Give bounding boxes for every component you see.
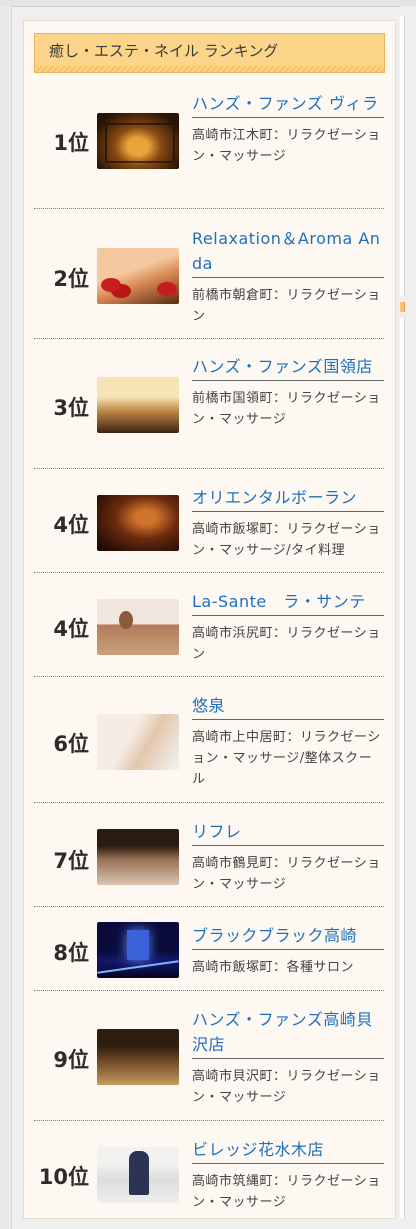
salon-name-link[interactable]: ブラックブラック高崎 — [192, 923, 384, 950]
salon-photo[interactable] — [97, 1147, 179, 1203]
rank-label: 6位 — [53, 732, 89, 756]
salon-location: 高崎市飯塚町：リラクゼーション・マッサージ/タイ料理 — [192, 522, 381, 558]
rank-label: 2位 — [53, 267, 89, 291]
rank-label: 4位 — [53, 617, 89, 641]
salon-location: 高崎市浜尻町：リラクゼーション — [192, 626, 381, 662]
side-widget-accent — [400, 302, 405, 312]
left-column-edge — [0, 6, 12, 1229]
item-info: ハンズ・ファンズ高崎貝沢店 高崎市貝沢町：リラクゼーション・マッサージ — [192, 1007, 384, 1108]
salon-name-link[interactable]: Relaxation＆Aroma Anda — [192, 226, 384, 278]
salon-location: 前橋市朝倉町：リラクゼーション — [192, 288, 381, 324]
salon-name-link[interactable]: オリエンタルボーラン — [192, 485, 384, 512]
salon-name-link[interactable]: ビレッジ花水木店 — [192, 1137, 384, 1164]
salon-location: 高崎市貝沢町：リラクゼーション・マッサージ — [192, 1069, 381, 1105]
ranking-panel: 癒し・エステ・ネイル ランキング 1位 ハンズ・ファンズ ヴィラ 高崎市江木町：… — [23, 20, 396, 1219]
list-item: 9位 ハンズ・ファンズ高崎貝沢店 高崎市貝沢町：リラクゼーション・マッサージ — [34, 991, 384, 1121]
salon-name-link[interactable]: リフレ — [192, 819, 384, 846]
item-info: 悠泉 高崎市上中居町：リラクゼーション・マッサージ/整体スクール — [192, 693, 384, 790]
list-item: 10位 ビレッジ花水木店 高崎市筑縄町：リラクゼーション・マッサージ — [34, 1121, 384, 1221]
salon-photo[interactable] — [97, 377, 179, 433]
right-column-edge — [400, 6, 416, 1229]
rank-label: 3位 — [53, 396, 89, 420]
list-item: 4位 オリエンタルボーラン 高崎市飯塚町：リラクゼーション・マッサージ/タイ料理 — [34, 469, 384, 573]
salon-name-link[interactable]: ハンズ・ファンズ国領店 — [192, 354, 384, 381]
salon-location: 高崎市筑縄町：リラクゼーション・マッサージ — [192, 1174, 381, 1210]
salon-photo[interactable] — [97, 599, 179, 655]
salon-photo[interactable] — [97, 495, 179, 551]
salon-photo[interactable] — [97, 922, 179, 978]
list-item: 2位 Relaxation＆Aroma Anda 前橋市朝倉町：リラクゼーション — [34, 209, 384, 339]
salon-location: 高崎市上中居町：リラクゼーション・マッサージ/整体スクール — [192, 730, 381, 787]
item-info: オリエンタルボーラン 高崎市飯塚町：リラクゼーション・マッサージ/タイ料理 — [192, 485, 384, 561]
item-info: Relaxation＆Aroma Anda 前橋市朝倉町：リラクゼーション — [192, 226, 384, 327]
item-info: ハンズ・ファンズ国領店 前橋市国領町：リラクゼーション・マッサージ — [192, 354, 384, 430]
rank-label: 10位 — [38, 1165, 89, 1189]
ranking-list: 1位 ハンズ・ファンズ ヴィラ 高崎市江木町：リラクゼーション・マッサージ 2位… — [34, 91, 384, 1221]
item-info: La-Sante ラ・サンテ 高崎市浜尻町：リラクゼーション — [192, 589, 384, 665]
list-item: 4位 La-Sante ラ・サンテ 高崎市浜尻町：リラクゼーション — [34, 573, 384, 677]
salon-name-link[interactable]: ハンズ・ファンズ高崎貝沢店 — [192, 1007, 384, 1059]
salon-photo[interactable] — [97, 1029, 179, 1085]
item-info: ビレッジ花水木店 高崎市筑縄町：リラクゼーション・マッサージ — [192, 1137, 384, 1213]
side-widget — [400, 318, 405, 1218]
salon-location: 前橋市国領町：リラクゼーション・マッサージ — [192, 391, 381, 427]
rank-label: 1位 — [53, 131, 89, 155]
list-item: 7位 リフレ 高崎市鶴見町：リラクゼーション・マッサージ — [34, 803, 384, 907]
salon-photo[interactable] — [97, 829, 179, 885]
list-item: 1位 ハンズ・ファンズ ヴィラ 高崎市江木町：リラクゼーション・マッサージ — [34, 91, 384, 209]
salon-location: 高崎市鶴見町：リラクゼーション・マッサージ — [192, 856, 381, 892]
salon-name-link[interactable]: 悠泉 — [192, 693, 384, 720]
rank-label: 8位 — [53, 941, 89, 965]
rank-label: 4位 — [53, 513, 89, 537]
salon-location: 高崎市飯塚町：各種サロン — [192, 960, 355, 975]
salon-photo[interactable] — [97, 714, 179, 770]
salon-name-link[interactable]: La-Sante ラ・サンテ — [192, 589, 384, 616]
item-info: リフレ 高崎市鶴見町：リラクゼーション・マッサージ — [192, 819, 384, 895]
item-info: ブラックブラック高崎 高崎市飯塚町：各種サロン — [192, 923, 384, 978]
top-border — [0, 0, 416, 7]
side-widget — [400, 16, 405, 296]
list-item: 3位 ハンズ・ファンズ国領店 前橋市国領町：リラクゼーション・マッサージ — [34, 339, 384, 469]
list-item: 8位 ブラックブラック高崎 高崎市飯塚町：各種サロン — [34, 907, 384, 991]
salon-name-link[interactable]: ハンズ・ファンズ ヴィラ — [192, 91, 384, 118]
salon-photo[interactable] — [97, 248, 179, 304]
salon-location: 高崎市江木町：リラクゼーション・マッサージ — [192, 128, 381, 164]
salon-photo[interactable] — [97, 113, 179, 169]
rank-label: 9位 — [53, 1048, 89, 1072]
item-info: ハンズ・ファンズ ヴィラ 高崎市江木町：リラクゼーション・マッサージ — [192, 91, 384, 167]
rank-label: 7位 — [53, 849, 89, 873]
list-item: 6位 悠泉 高崎市上中居町：リラクゼーション・マッサージ/整体スクール — [34, 677, 384, 803]
ranking-header: 癒し・エステ・ネイル ランキング — [34, 33, 385, 73]
